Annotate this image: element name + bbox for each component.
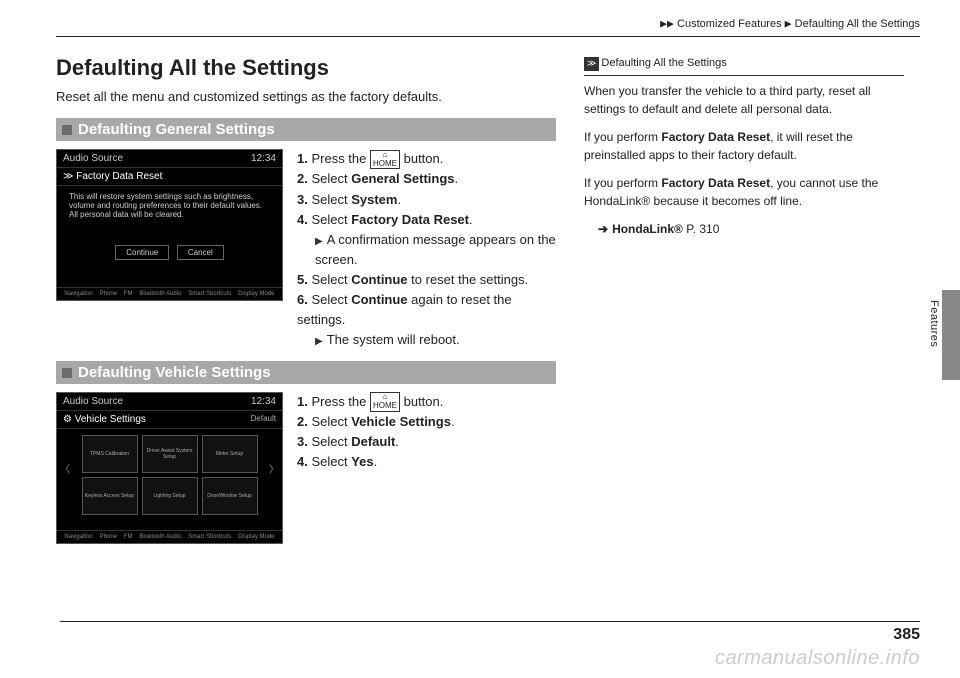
scr-default-label: Default	[251, 414, 276, 425]
scr-audio-label: Audio Source	[63, 153, 123, 164]
sidebox-title: Defaulting All the Settings	[601, 57, 726, 69]
square-bullet-icon	[62, 125, 72, 135]
home-button-icon: ⌂HOME	[370, 392, 400, 412]
steps-general: 1. Press the ⌂HOME button. 2. Select Gen…	[297, 149, 556, 351]
home-button-icon: ⌂HOME	[370, 150, 400, 170]
scr-tile: Door/Window Setup	[202, 477, 258, 515]
triangle-bullet-icon: ▶	[315, 336, 323, 347]
scr-continue-button: Continue	[115, 245, 169, 260]
steps-vehicle: 1. Press the ⌂HOME button. 2. Select Veh…	[297, 392, 455, 544]
breadcrumb-arrow-icon: ▶▶	[660, 19, 674, 29]
info-sidebox: ≫Defaulting All the Settings When you tr…	[584, 55, 904, 554]
breadcrumb-arrow-icon: ▶	[785, 19, 792, 29]
triangle-bullet-icon: ▶	[315, 236, 323, 247]
square-bullet-icon	[62, 368, 72, 378]
watermark: carmanualsonline.info	[715, 647, 920, 670]
breadcrumb: ▶▶ Customized Features ▶ Defaulting All …	[56, 18, 920, 37]
breadcrumb-level1: Customized Features	[677, 18, 782, 30]
scr-left-arrow-icon: 〈	[60, 460, 70, 475]
section-heading-general: Defaulting General Settings	[56, 118, 556, 141]
section-tab	[942, 290, 960, 380]
intro-text: Reset all the menu and customized settin…	[56, 89, 556, 104]
breadcrumb-level2: Defaulting All the Settings	[795, 18, 920, 30]
sidebox-p1: When you transfer the vehicle to a third…	[584, 82, 904, 118]
scr-audio-label: Audio Source	[63, 396, 123, 407]
section-heading-vehicle: Defaulting Vehicle Settings	[56, 361, 556, 384]
scr-tile: Keyless Access Setup	[82, 477, 138, 515]
sidebox-p2: If you perform Factory Data Reset, it wi…	[584, 128, 904, 164]
sidebox-p3: If you perform Factory Data Reset, you c…	[584, 174, 904, 210]
scr-time: 12:34	[251, 153, 276, 164]
scr-tile: Lighting Setup	[142, 477, 198, 515]
screenshot-vehicle-settings: Audio Source 12:34 ⚙ Vehicle Settings De…	[56, 392, 283, 544]
scr-right-arrow-icon: 〉	[269, 460, 279, 475]
cross-reference-link: ➔HondaLink® P. 310	[584, 220, 904, 238]
page-number: 385	[60, 621, 920, 644]
scr-cancel-button: Cancel	[177, 245, 224, 260]
scr-time: 12:34	[251, 396, 276, 407]
scr-gear-icon: ⚙	[63, 414, 72, 425]
scr-title-text: Vehicle Settings	[75, 414, 146, 425]
info-icon: ≫	[584, 57, 599, 71]
screenshot-factory-reset: Audio Source 12:34 ≫ Factory Data Reset …	[56, 149, 283, 301]
scr-body-text: This will restore system settings such a…	[57, 186, 282, 225]
scr-bottom-nav: Navigation Phone FM Bluetooth Audio Smar…	[57, 287, 282, 300]
link-arrow-icon: ➔	[598, 222, 608, 236]
scr-bottom-nav: Navigation Phone FM Bluetooth Audio Smar…	[57, 530, 282, 543]
scr-title-text: Factory Data Reset	[76, 171, 162, 182]
page-title: Defaulting All the Settings	[56, 55, 556, 81]
scr-title-prefix-icon: ≫	[63, 171, 73, 182]
section-tab-label: Features	[928, 300, 940, 347]
